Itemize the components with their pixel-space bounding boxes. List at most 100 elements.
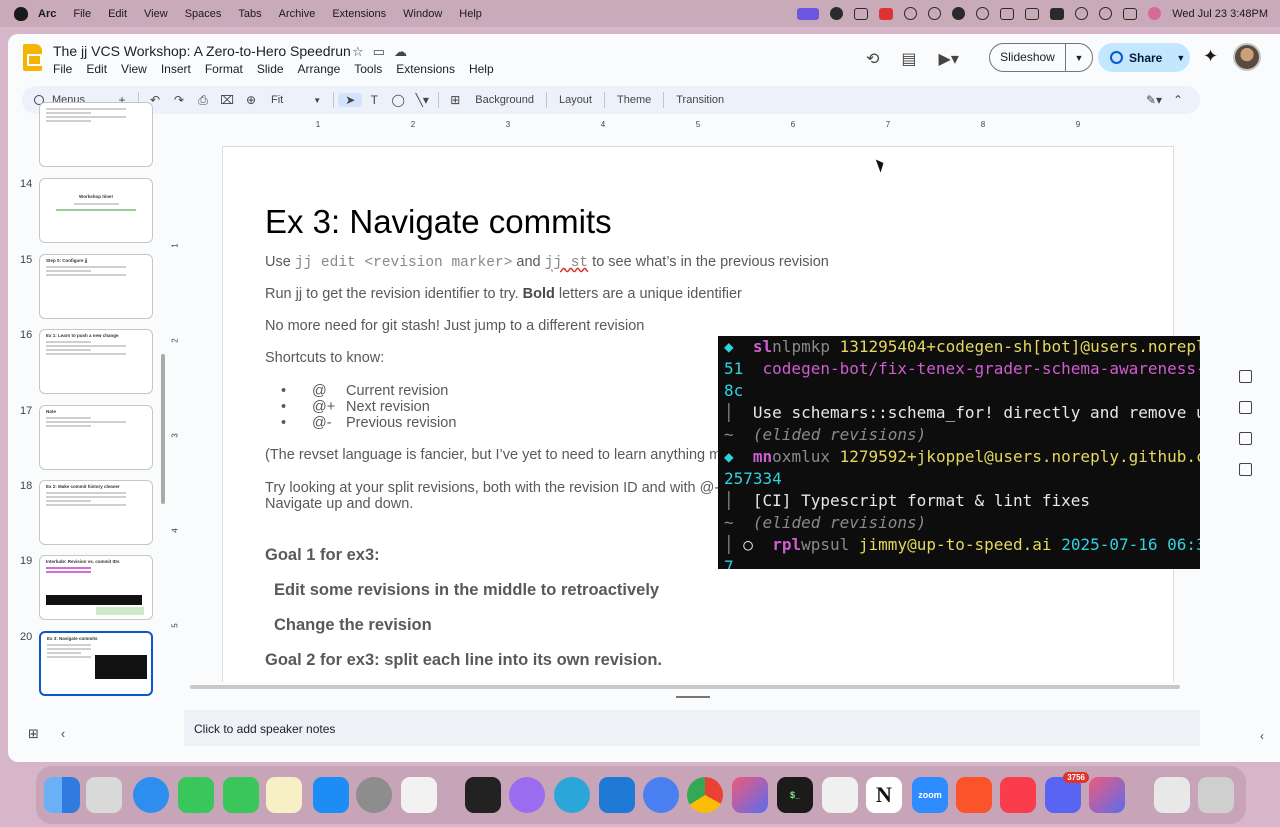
text-box-icon[interactable]: T: [362, 93, 386, 107]
slide-thumbnail[interactable]: [39, 102, 153, 167]
menu-file[interactable]: File: [73, 8, 91, 20]
canvas-horizontal-scrollbar[interactable]: [190, 685, 1180, 689]
filmstrip-scrollbar[interactable]: [161, 354, 165, 504]
slide-thumbnail[interactable]: Interlude: Revision vs. commit IDs: [39, 555, 153, 620]
siri-icon[interactable]: [1148, 7, 1162, 20]
menu-spaces[interactable]: Spaces: [185, 8, 222, 20]
timer-icon[interactable]: [952, 7, 966, 20]
slide-thumbnail[interactable]: Note: [39, 405, 153, 470]
facetime-icon[interactable]: [223, 777, 259, 813]
goal-1-heading[interactable]: Goal 1 for ex3:: [265, 546, 380, 565]
slide-line-stash[interactable]: No more need for git stash! Just jump to…: [265, 318, 644, 334]
slide-thumbnail[interactable]: Step 0: Configure jj: [39, 254, 153, 319]
comments-icon[interactable]: ▤: [901, 49, 916, 69]
share-button[interactable]: Share ▼: [1098, 43, 1190, 72]
shortcut-bullet[interactable]: • @ Current revision: [281, 383, 448, 399]
display-icon[interactable]: [1000, 7, 1015, 20]
music-icon[interactable]: [1000, 777, 1036, 813]
keep-icon[interactable]: [1238, 370, 1252, 383]
zoom-icon[interactable]: ⊕: [239, 93, 263, 107]
clipboard-icon[interactable]: [928, 7, 942, 20]
slides-logo-icon[interactable]: [23, 44, 42, 71]
comment-add-icon[interactable]: ⊞: [443, 93, 467, 107]
menu-view[interactable]: View: [144, 8, 168, 20]
transition-button[interactable]: Transition: [676, 94, 724, 106]
status-icon[interactable]: [830, 7, 844, 20]
theme-button[interactable]: Theme: [617, 94, 651, 106]
vpn-icon[interactable]: [904, 7, 918, 20]
menu-tabs[interactable]: Tabs: [238, 8, 261, 20]
menu-clock[interactable]: Wed Jul 23 3:48PM: [1172, 8, 1268, 20]
slideshow-dropdown-icon[interactable]: ▼: [1066, 53, 1092, 63]
cloud-status-icon[interactable]: ☁: [394, 44, 407, 60]
textedit-icon[interactable]: [822, 777, 858, 813]
doc-menu-insert[interactable]: Insert: [161, 62, 191, 76]
terminal-screenshot-image[interactable]: ◆ slnlpmkp 131295404+codegen-sh[bot]@use…: [718, 336, 1200, 569]
app-store-icon[interactable]: [313, 777, 349, 813]
doc-menu-extensions[interactable]: Extensions: [396, 62, 455, 76]
doc-menu-help[interactable]: Help: [469, 62, 494, 76]
signal-icon[interactable]: [643, 777, 679, 813]
zoom-select[interactable]: Fit: [271, 94, 283, 106]
apple-icon[interactable]: [14, 6, 28, 21]
shortcut-bullet[interactable]: • @+ Next revision: [281, 399, 430, 415]
messages-icon[interactable]: [178, 777, 214, 813]
speaker-notes[interactable]: Click to add speaker notes: [184, 710, 1200, 746]
moon-icon[interactable]: [976, 7, 990, 20]
move-folder-icon[interactable]: ▭: [373, 44, 385, 60]
select-tool-icon[interactable]: ➤: [338, 93, 363, 107]
cube-app-icon[interactable]: [465, 777, 501, 813]
menu-help[interactable]: Help: [459, 8, 482, 20]
arc-browser-icon[interactable]: [732, 777, 768, 813]
side-panel-toggle-icon[interactable]: ‹: [1260, 729, 1264, 743]
user-avatar[interactable]: [1233, 43, 1261, 71]
quicktime-icon[interactable]: [554, 777, 590, 813]
current-slide[interactable]: Ex 3: Navigate commits Use jj edit <revi…: [222, 146, 1200, 682]
redo-icon[interactable]: ↷: [167, 93, 191, 107]
document-title[interactable]: The jj VCS Workshop: A Zero-to-Hero Spee…: [53, 43, 351, 59]
trash-icon[interactable]: [1198, 777, 1234, 813]
version-history-icon[interactable]: ⟲: [866, 49, 879, 69]
finder-icon[interactable]: [44, 777, 80, 813]
tasks-icon[interactable]: [1238, 401, 1252, 414]
battery-icon[interactable]: [1050, 7, 1065, 20]
safari-icon[interactable]: [133, 777, 169, 813]
doc-menu-file[interactable]: File: [53, 62, 72, 76]
menu-extensions[interactable]: Extensions: [332, 8, 386, 20]
menu-app-name[interactable]: Arc: [38, 8, 56, 20]
notes-icon[interactable]: [266, 777, 302, 813]
downloads-stack-icon[interactable]: [1154, 777, 1190, 813]
control-center-icon[interactable]: [1123, 7, 1138, 20]
slide-line-revset[interactable]: (The revset language is fancier, but I’v…: [265, 447, 742, 463]
launchpad-icon[interactable]: [86, 777, 122, 813]
contacts-icon[interactable]: [1238, 432, 1252, 445]
shape-icon[interactable]: ◯: [386, 93, 410, 107]
editing-mode-icon[interactable]: ✎▾: [1142, 93, 1166, 107]
doc-menu-format[interactable]: Format: [205, 62, 243, 76]
background-button[interactable]: Background: [475, 94, 534, 106]
extension-status-icon[interactable]: [879, 7, 894, 20]
slide-line-try[interactable]: Try looking at your split revisions, bot…: [265, 480, 719, 496]
goal-2-heading[interactable]: Goal 2 for ex3: split each line into its…: [265, 651, 662, 670]
gemini-sparkle-icon[interactable]: ✦: [1203, 46, 1218, 67]
share-dropdown-icon[interactable]: ▼: [1176, 53, 1185, 63]
terminal-icon[interactable]: $_: [777, 777, 813, 813]
notes-resize-handle[interactable]: [676, 696, 710, 698]
slideshow-button[interactable]: Slideshow ▼: [989, 43, 1093, 72]
doc-menu-edit[interactable]: Edit: [86, 62, 107, 76]
vscode-icon[interactable]: [599, 777, 635, 813]
menu-archive[interactable]: Archive: [279, 8, 316, 20]
shortcut-bullet[interactable]: • @- Previous revision: [281, 415, 456, 431]
drive-folder-icon[interactable]: [1238, 463, 1252, 476]
menu-edit[interactable]: Edit: [108, 8, 127, 20]
slide-line-shortcuts[interactable]: Shortcuts to know:: [265, 350, 384, 366]
collapse-filmstrip-icon[interactable]: ‹: [61, 726, 65, 742]
print-icon[interactable]: ⎙: [191, 93, 215, 108]
discord-icon[interactable]: 3756: [1045, 772, 1089, 813]
doc-menu-tools[interactable]: Tools: [354, 62, 382, 76]
system-settings-icon[interactable]: [356, 777, 392, 813]
notion-icon[interactable]: N: [866, 777, 902, 813]
wifi-icon[interactable]: [1075, 7, 1089, 20]
zoom-status-icon[interactable]: [854, 7, 869, 20]
slide-thumbnail-active[interactable]: Ex 3: Navigate commits: [39, 631, 153, 696]
